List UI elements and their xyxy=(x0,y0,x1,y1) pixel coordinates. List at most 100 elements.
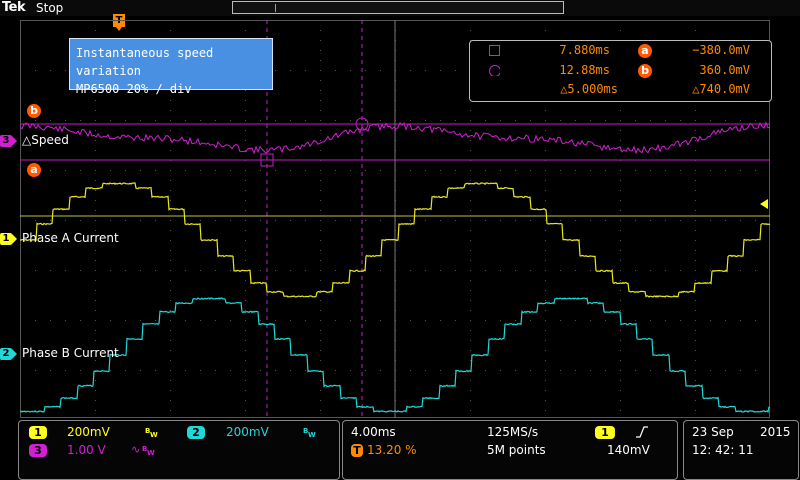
grid-dot xyxy=(695,400,696,401)
grid-dot xyxy=(620,140,621,141)
grid-dot xyxy=(245,100,246,101)
grid-dot xyxy=(320,90,321,91)
grid-dot xyxy=(245,380,246,381)
grid-dot xyxy=(170,200,171,201)
cursor-a-level-tag[interactable]: a xyxy=(27,163,41,177)
grid-dot xyxy=(620,250,621,251)
grid-dot xyxy=(530,320,531,321)
grid-dot xyxy=(305,320,306,321)
grid-dot xyxy=(65,220,66,221)
grid-dot xyxy=(125,270,126,271)
grid-dot xyxy=(95,190,96,191)
grid-dot xyxy=(125,220,126,221)
ch2-badge[interactable]: 2 xyxy=(187,426,205,439)
grid-dot xyxy=(380,270,381,271)
grid-dot xyxy=(545,120,546,121)
grid-dot xyxy=(320,80,321,81)
grid-dot xyxy=(320,270,321,271)
ch2-ground-marker[interactable]: 2 xyxy=(0,348,17,360)
grid-dot xyxy=(170,370,171,371)
grid-dot xyxy=(95,380,96,381)
grid-dot xyxy=(95,220,96,221)
grid-dot xyxy=(470,130,471,131)
grid-dot xyxy=(470,180,471,181)
grid-dot xyxy=(470,270,471,271)
grid-dot xyxy=(320,330,321,331)
grid-dot xyxy=(305,120,306,121)
grid-dot xyxy=(155,370,156,371)
record-view-bar[interactable] xyxy=(232,1,564,14)
ch1-badge[interactable]: 1 xyxy=(29,426,47,439)
grid-dot xyxy=(320,310,321,311)
grid-dot xyxy=(620,380,621,381)
grid-dot xyxy=(245,260,246,261)
vertical-settings-panel[interactable]: 1 200mV B W 2 200mV B W 3 1.00 V ∿ B W xyxy=(18,420,340,480)
grid-dot xyxy=(320,340,321,341)
grid-dot xyxy=(245,210,246,211)
ch3-coupling-icon: ∿ xyxy=(131,443,141,456)
ch1-ground-marker[interactable]: 1 xyxy=(0,233,17,245)
grid-dot xyxy=(695,290,696,291)
year: 2015 xyxy=(760,425,791,439)
grid-dot xyxy=(95,150,96,151)
ch3-bandwidth-w: W xyxy=(147,449,155,457)
grid-dot xyxy=(485,370,486,371)
grid-dot xyxy=(245,190,246,191)
grid-dot xyxy=(620,210,621,211)
grid-dot xyxy=(350,170,351,171)
cursor-b-level-tag[interactable]: b xyxy=(27,104,41,118)
grid-dot xyxy=(200,170,201,171)
grid-dot xyxy=(620,120,621,121)
grid-dot xyxy=(350,320,351,321)
grid-dot xyxy=(470,380,471,381)
grid-dot xyxy=(470,310,471,311)
grid-dot xyxy=(320,240,321,241)
grid-dot xyxy=(170,110,171,111)
grid-dot xyxy=(110,270,111,271)
grid-dot xyxy=(620,400,621,401)
grid-dot xyxy=(710,170,711,171)
grid-dot xyxy=(410,220,411,221)
grid-dot xyxy=(755,170,756,171)
ch3-badge[interactable]: 3 xyxy=(29,444,47,457)
grid-dot xyxy=(470,340,471,341)
grid-dot xyxy=(470,20,471,21)
grid-dot xyxy=(245,290,246,291)
grid-dot xyxy=(755,320,756,321)
grid-dot xyxy=(260,120,261,121)
trigger-source-badge[interactable]: 1 xyxy=(595,426,615,439)
grid-dot xyxy=(170,130,171,131)
grid-dot xyxy=(695,360,696,361)
annotation-note[interactable]: Instantaneous speed variation MP6500 20%… xyxy=(69,38,273,96)
grid-dot xyxy=(170,250,171,251)
grid-dot xyxy=(545,280,546,281)
settings-bar: 1 200mV B W 2 200mV B W 3 1.00 V ∿ B W 4… xyxy=(0,418,800,480)
trigger-level-arrow-icon[interactable] xyxy=(760,199,768,209)
grid-dot xyxy=(620,310,621,311)
grid-dot xyxy=(305,70,306,71)
grid-dot xyxy=(320,70,321,71)
grid-dot xyxy=(530,120,531,121)
grid-dot xyxy=(305,220,306,221)
horizontal-trigger-panel[interactable]: 4.00ms 125MS/s 1 T 13.20 % 5M points 140… xyxy=(342,420,678,480)
grid-dot xyxy=(140,320,141,321)
grid-dot xyxy=(575,270,576,271)
grid-dot xyxy=(95,30,96,31)
grid-dot xyxy=(170,260,171,261)
grid-dot xyxy=(485,320,486,321)
grid-dot xyxy=(710,370,711,371)
grid-dot xyxy=(425,170,426,171)
grid-dot xyxy=(245,300,246,301)
grid-dot xyxy=(470,170,471,171)
grid-dot xyxy=(620,170,621,171)
ch3-ground-marker[interactable]: 3 xyxy=(0,135,17,147)
grid-dot xyxy=(365,120,366,121)
grid-dot xyxy=(155,220,156,221)
grid-dot xyxy=(245,20,246,21)
grid-dot xyxy=(695,410,696,411)
circle-cursor-icon xyxy=(489,65,500,76)
grid-dot xyxy=(245,130,246,131)
grid-dot xyxy=(215,220,216,221)
annotation-line-1: Instantaneous speed variation xyxy=(76,46,214,78)
grid-dot xyxy=(365,370,366,371)
